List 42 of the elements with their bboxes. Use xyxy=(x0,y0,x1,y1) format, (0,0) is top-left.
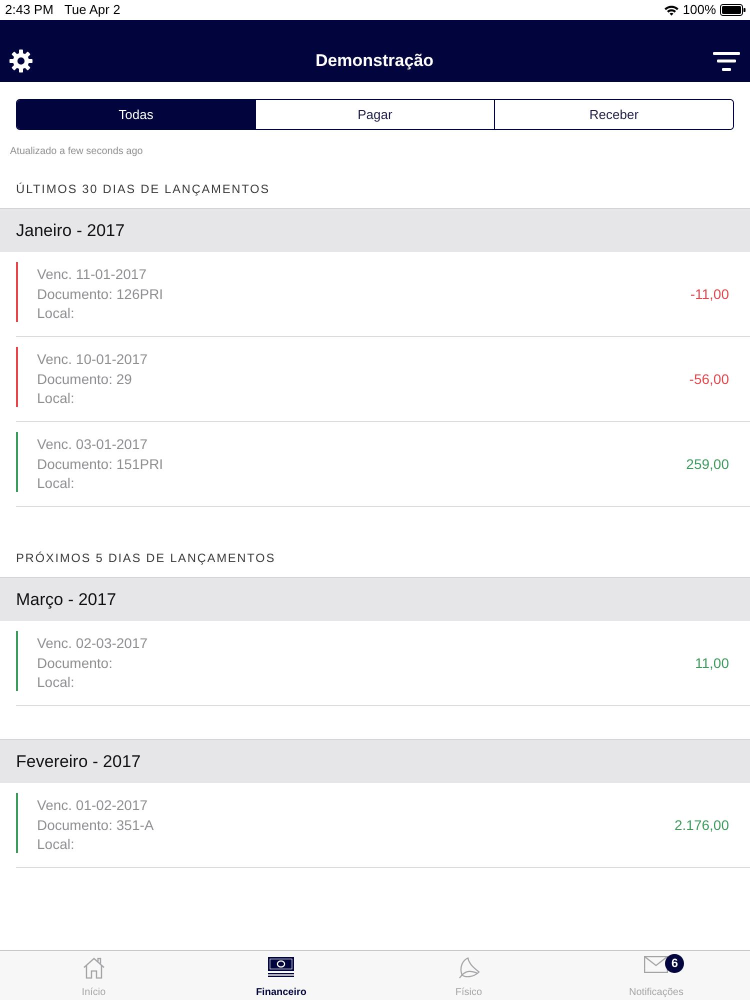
location-label: Local: xyxy=(37,304,74,323)
wifi-icon xyxy=(664,4,679,16)
location-label: Local: xyxy=(37,673,74,692)
screen-title: Demonstração xyxy=(315,50,434,72)
location-label: Local: xyxy=(37,474,74,493)
envelope-icon xyxy=(644,956,668,973)
amount: 259,00 xyxy=(686,455,729,473)
due-date: Venc. 10-01-2017 xyxy=(37,350,148,369)
month-header: Março - 2017 xyxy=(0,577,750,621)
segment-tab[interactable]: Todas xyxy=(17,100,255,129)
month-header: Janeiro - 2017 xyxy=(0,208,750,252)
due-date: Venc. 11-01-2017 xyxy=(37,265,146,284)
amount: -11,00 xyxy=(690,285,729,303)
battery-icon xyxy=(720,4,746,16)
due-date: Venc. 01-02-2017 xyxy=(37,796,148,815)
notification-badge: 6 xyxy=(665,954,684,973)
filter-icon[interactable] xyxy=(713,52,740,70)
location-label: Local: xyxy=(37,835,74,854)
banknote-icon xyxy=(268,956,294,978)
segment-tab[interactable]: Receber xyxy=(494,100,733,129)
section-header: ÚLTIMOS 30 DIAS DE LANÇAMENTOS xyxy=(15,181,271,198)
section-header: PRÓXIMOS 5 DIAS DE LANÇAMENTOS xyxy=(15,550,276,567)
leaf-icon xyxy=(456,956,481,980)
status-date: Tue Apr 2 xyxy=(64,2,120,18)
document-label: Documento: xyxy=(37,654,112,672)
due-date: Venc. 02-03-2017 xyxy=(37,634,148,653)
settings-icon[interactable] xyxy=(9,49,33,73)
house-icon xyxy=(82,956,106,980)
amount: 11,00 xyxy=(695,654,729,672)
amount: 2.176,00 xyxy=(674,816,729,834)
document-label: Documento: 351-A xyxy=(37,816,154,834)
battery-percent: 100% xyxy=(682,2,716,18)
document-label: Documento: 151PRI xyxy=(37,454,164,474)
document-label: Documento: 126PRI xyxy=(37,284,164,304)
location-label: Local: xyxy=(37,389,74,408)
due-date: Venc. 03-01-2017 xyxy=(37,435,148,454)
updated-label: Atualizado a few seconds ago xyxy=(9,145,144,159)
amount: -56,00 xyxy=(689,370,729,388)
tab-item[interactable]: Financeiro xyxy=(254,951,309,1000)
status-time: 2:43 PM xyxy=(5,2,54,18)
document-label: Documento: 29 xyxy=(37,370,132,388)
month-header: Fevereiro - 2017 xyxy=(0,739,750,783)
